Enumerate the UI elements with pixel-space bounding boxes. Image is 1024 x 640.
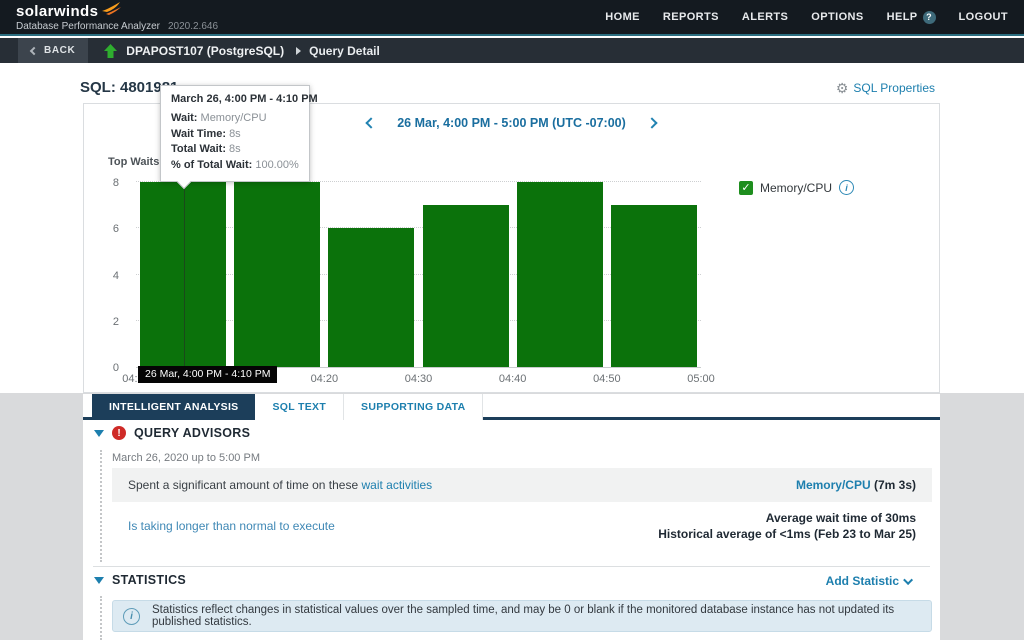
collapse-triangle-icon[interactable] [94,577,104,584]
tab-intelligent-analysis[interactable]: INTELLIGENT ANALYSIS [92,394,255,420]
statistics-note: Statistics reflect changes in statistica… [152,604,921,628]
chart-legend: ✓ Memory/CPU i [739,180,854,195]
nav-item-reports[interactable]: REPORTS [663,11,719,23]
tooltip-row: Wait: Memory/CPU [171,111,299,127]
solarwinds-flame-icon [100,2,122,16]
tooltip-row: % of Total Wait: 100.00% [171,158,299,174]
legend-checkbox[interactable]: ✓ [739,181,753,195]
next-period-button[interactable] [646,117,657,128]
x-tick-05:00: 05:00 [687,373,715,385]
x-tick-04:20: 04:20 [311,373,339,385]
back-label: BACK [44,45,75,56]
breadcrumb-page: Query Detail [309,44,380,58]
tooltip-row-label: Total Wait: [171,143,229,155]
breadcrumb-instance[interactable]: DPAPOST107 (PostgreSQL) [126,44,284,58]
info-icon: i [123,608,140,625]
advisors-timeframe: March 26, 2020 up to 5:00 PM [112,452,260,464]
tooltip-row-value: 8s [229,128,241,140]
tooltip-row: Wait Time: 8s [171,127,299,143]
breadcrumb-separator-icon [296,47,301,55]
wait-activities-link[interactable]: wait activities [361,478,432,492]
chevron-down-icon [903,575,913,585]
advisor1-text: Spent a significant amount of time on th… [128,478,361,492]
product-version: 2020.2.646 [168,21,218,32]
tooltip-rows: Wait: Memory/CPUWait Time: 8sTotal Wait:… [171,111,299,173]
y-axis-labels: 02468 [84,183,128,368]
alert-icon: ! [112,426,126,440]
back-button[interactable]: BACK [18,38,88,63]
gear-icon: ⚙ [836,81,849,95]
breadcrumb-bar: BACK DPAPOST107 (PostgreSQL) Query Detai… [0,38,1024,63]
advisor-row-longer-than-normal: Is taking longer than normal to execute … [112,502,932,550]
up-arrow-icon [104,44,117,58]
bar-4:40-4:50 PM[interactable] [517,182,603,367]
tooltip-row-label: Wait: [171,112,201,124]
advisor2-average: Average wait time of 30ms [658,510,916,526]
date-range-label: 26 Mar, 4:00 PM - 5:00 PM (UTC -07:00) [397,116,626,130]
prev-period-button[interactable] [366,117,377,128]
x-tick-04:50: 04:50 [593,373,621,385]
sql-properties-label: SQL Properties [853,81,935,95]
section-divider [93,566,930,567]
statistics-info-box: i Statistics reflect changes in statisti… [112,600,932,632]
tooltip-row-value: 100.00% [255,159,298,171]
bar-4:10-4:20 PM[interactable] [234,182,320,367]
advisor2-historical: Historical average of <1ms (Feb 23 to Ma… [658,526,916,542]
sql-properties-button[interactable]: ⚙ SQL Properties [836,81,935,95]
y-tick-4: 4 [84,270,128,282]
bar-hover-tooltip: March 26, 4:00 PM - 4:10 PM Wait: Memory… [160,85,310,182]
longer-than-normal-link[interactable]: Is taking longer than normal to execute [128,519,335,533]
y-tick-2: 2 [84,316,128,328]
tooltip-title: March 26, 4:00 PM - 4:10 PM [171,93,299,105]
tooltip-row-value: Memory/CPU [201,112,267,124]
brand: solarwinds Database Performance Analyzer… [0,0,218,34]
tooltip-row-value: 8s [229,143,241,155]
nav-item-logout[interactable]: LOGOUT [959,11,1008,23]
chevron-left-icon [30,46,38,54]
timeline-dotted-line [100,450,102,562]
bar-4:50-5:00 PM[interactable] [611,205,697,367]
hover-crosshair-line [184,171,185,368]
bar-4:30-4:40 PM[interactable] [423,205,509,367]
bar-chart-plot [136,183,701,368]
x-tick-04:40: 04:40 [499,373,527,385]
tooltip-row: Total Wait: 8s [171,142,299,158]
analysis-card: INTELLIGENT ANALYSISSQL TEXTSUPPORTING D… [83,394,940,640]
solarwinds-logo: solarwinds [16,4,98,19]
statistics-header: STATISTICS [94,573,186,587]
statistics-title: STATISTICS [112,573,186,587]
memory-cpu-link[interactable]: Memory/CPU [796,478,871,492]
product-name: Database Performance Analyzer [16,21,160,32]
add-statistic-button[interactable]: Add Statistic [826,574,913,588]
legend-info-icon[interactable]: i [839,180,854,195]
top-bar: solarwinds Database Performance Analyzer… [0,0,1024,36]
y-tick-6: 6 [84,223,128,235]
help-badge-icon: ? [923,11,936,24]
tab-sql-text[interactable]: SQL TEXT [255,394,344,420]
tab-strip: INTELLIGENT ANALYSISSQL TEXTSUPPORTING D… [83,394,940,420]
nav-item-alerts[interactable]: ALERTS [742,11,788,23]
tooltip-row-label: Wait Time: [171,128,229,140]
nav-item-help[interactable]: HELP? [887,11,936,24]
x-axis-tooltip: 26 Mar, 4:00 PM - 4:10 PM [138,366,277,383]
collapse-triangle-icon[interactable] [94,430,104,437]
query-advisors-header: ! QUERY ADVISORS [94,426,250,440]
advisor1-duration: (7m 3s) [871,478,916,492]
bar-4:20-4:30 PM[interactable] [328,228,414,367]
query-advisors-title: QUERY ADVISORS [134,426,250,440]
legend-label: Memory/CPU [760,181,832,195]
nav-item-options[interactable]: OPTIONS [811,11,863,23]
y-tick-8: 8 [84,177,128,189]
nav-item-home[interactable]: HOME [605,11,640,23]
top-nav: HOME REPORTS ALERTS OPTIONS HELP? LOGOUT [605,0,1024,34]
tooltip-row-label: % of Total Wait: [171,159,255,171]
add-statistic-label: Add Statistic [826,574,899,588]
tab-supporting-data[interactable]: SUPPORTING DATA [344,394,483,420]
x-tick-04:30: 04:30 [405,373,433,385]
advisor-row-wait-activities: Spent a significant amount of time on th… [112,468,932,502]
timeline-dotted-line [100,596,102,640]
